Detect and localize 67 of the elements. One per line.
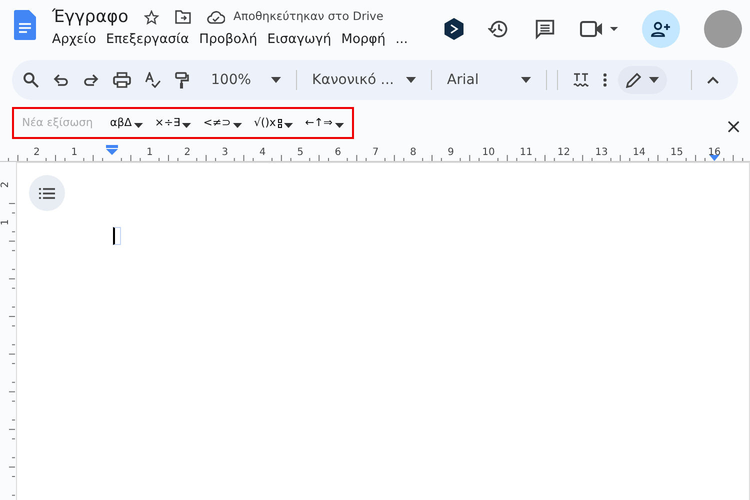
history-icon[interactable] <box>488 18 510 40</box>
print-button[interactable] <box>110 69 134 91</box>
symbol-menu-button[interactable]: √()x <box>254 114 293 132</box>
placeholder-boxes-icon <box>278 118 282 128</box>
menu-item[interactable]: Εισαγωγή <box>262 30 336 50</box>
indent-marker[interactable] <box>106 145 118 155</box>
menu-item[interactable]: Προβολή <box>194 30 262 50</box>
ruler-number: 5 <box>297 147 304 158</box>
caret-icon <box>271 77 282 83</box>
close-button[interactable]: × <box>719 107 748 144</box>
document-title[interactable]: Έγγραφο <box>52 6 128 28</box>
text-cursor <box>113 227 121 245</box>
star-icon[interactable] <box>144 10 160 24</box>
font-dropdown[interactable]: Arial <box>444 66 534 94</box>
caret-icon <box>649 77 660 83</box>
ruler-number: 1 <box>0 219 11 226</box>
caret-icon <box>521 77 532 83</box>
more-vert-icon <box>603 73 608 87</box>
pencil-icon <box>626 72 642 88</box>
avatar[interactable] <box>704 10 742 48</box>
ruler-number: 1 <box>146 147 153 158</box>
caret-icon <box>284 123 293 128</box>
ruler-number: 12 <box>557 147 570 158</box>
ruler-number: 15 <box>670 147 684 158</box>
symbol-menu-button[interactable]: αβΔ <box>110 114 143 132</box>
ruler-number: 1 <box>71 147 78 158</box>
add-person-icon <box>651 21 671 37</box>
comment-icon[interactable] <box>534 18 556 40</box>
style-dropdown[interactable]: Κανονικό ... <box>309 66 420 94</box>
caret-icon <box>232 123 242 128</box>
ruler-number: 9 <box>448 147 454 158</box>
zoom-dropdown[interactable]: 100% <box>208 66 284 94</box>
hexagon-logo-icon[interactable] <box>444 18 464 40</box>
caret-icon <box>182 123 192 128</box>
save-status: Αποθηκεύτηκαν στο Drive <box>233 8 384 26</box>
caret-icon <box>406 77 416 83</box>
share-button[interactable] <box>642 10 680 48</box>
caret-icon <box>334 123 344 128</box>
ruler-number: 4 <box>259 147 266 158</box>
menu-item[interactable]: ... <box>390 30 413 50</box>
cloud-check-icon[interactable] <box>207 10 226 24</box>
ruler-number: 13 <box>595 147 608 158</box>
ruler-number: 3 <box>222 147 228 158</box>
ruler-number: 8 <box>410 147 416 158</box>
editing-mode-button[interactable] <box>618 66 668 94</box>
outline-button[interactable] <box>29 175 65 211</box>
ruler-number: 2 <box>0 182 11 188</box>
menu-item[interactable]: Επεξεργασία <box>101 30 194 50</box>
docs-logo-icon[interactable] <box>14 10 36 40</box>
ruler-number: 14 <box>632 147 646 158</box>
ruler-number: 10 <box>482 147 495 158</box>
ruler-number: 7 <box>372 147 379 158</box>
menu-item[interactable]: Αρχείο <box>47 30 102 50</box>
symbol-menu-button[interactable]: ←↑⇒ <box>304 114 344 132</box>
menu-item[interactable]: Μορφή <box>336 30 390 50</box>
caret-icon <box>134 123 143 128</box>
ruler-number: 6 <box>334 147 342 158</box>
ruler-number: 11 <box>520 147 533 158</box>
ruler-number: 2 <box>184 147 190 158</box>
symbol-menu-button[interactable]: <≠⊃ <box>203 114 242 132</box>
folder-icon[interactable] <box>175 10 192 24</box>
ruler-number: 2 <box>34 147 40 158</box>
list-icon <box>39 188 55 198</box>
symbol-menu-button[interactable]: ×÷∃ <box>154 114 192 132</box>
ruler-number: 16 <box>708 147 721 158</box>
equation-input-field[interactable]: Νέα εξίσωση <box>22 114 98 132</box>
video-camera-icon[interactable] <box>580 19 618 39</box>
